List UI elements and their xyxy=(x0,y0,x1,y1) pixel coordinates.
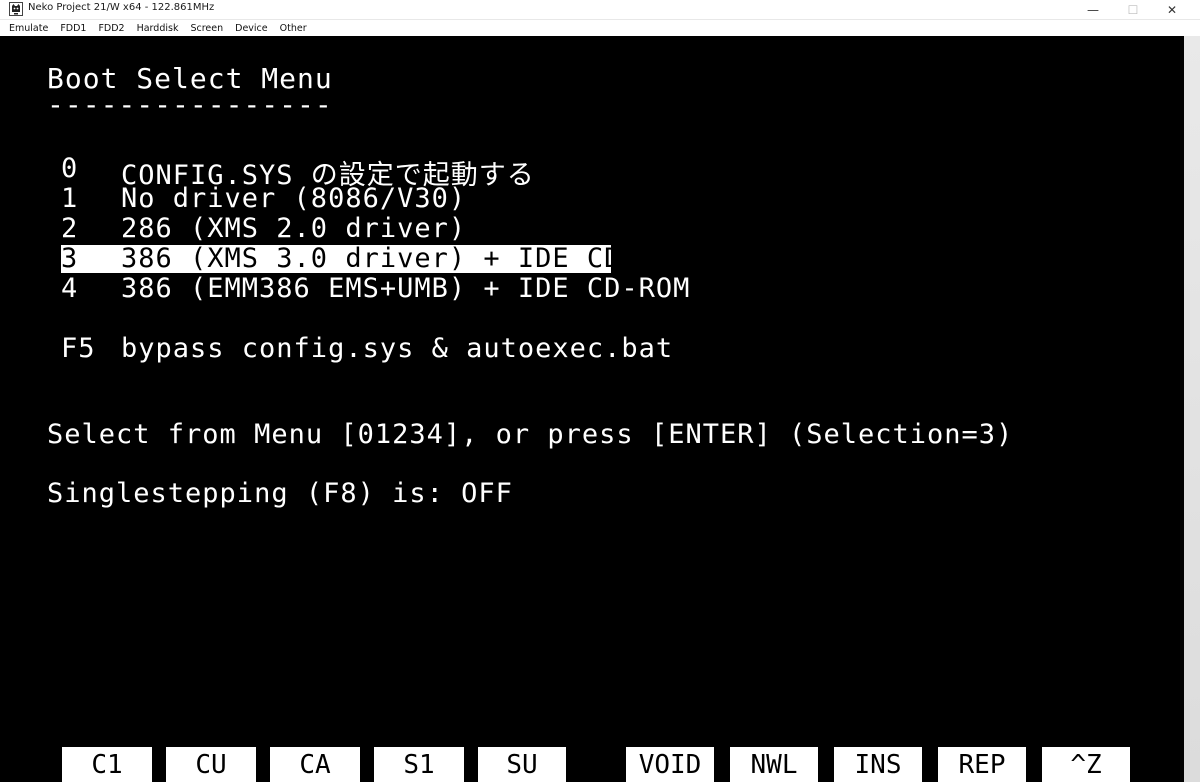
fkey-rep[interactable]: REP xyxy=(938,747,1026,782)
option-key: F5 xyxy=(61,333,96,364)
option-text: 286 (XMS 2.0 driver) xyxy=(121,213,467,244)
menu-bar: Emulate FDD1 FDD2 Harddisk Screen Device… xyxy=(0,20,1200,36)
fkey-ins[interactable]: INS xyxy=(834,747,922,782)
fkey-nwl[interactable]: NWL xyxy=(730,747,818,782)
menu-emulate[interactable]: Emulate xyxy=(4,23,53,34)
fkey-cu[interactable]: CU xyxy=(166,747,256,782)
window-title: Neko Project 21/W x64 - 122.861MHz xyxy=(28,2,215,13)
menu-device[interactable]: Device xyxy=(230,23,273,34)
option-key: 1 xyxy=(61,183,79,214)
cat-icon[interactable] xyxy=(9,2,23,16)
fkey-c1[interactable]: C1 xyxy=(62,747,152,782)
fkey-ctrl-z[interactable]: ^Z xyxy=(1042,747,1130,782)
emulator-screen[interactable] xyxy=(0,36,1184,782)
menu-harddisk[interactable]: Harddisk xyxy=(132,23,184,34)
fkey-void[interactable]: VOID xyxy=(626,747,714,782)
close-button[interactable]: ✕ xyxy=(1152,0,1192,19)
option-text: No driver (8086/V30) xyxy=(121,183,467,214)
menu-screen[interactable]: Screen xyxy=(185,23,228,34)
minimize-button[interactable]: — xyxy=(1073,0,1113,19)
fkey-ca[interactable]: CA xyxy=(270,747,360,782)
option-key: 3 xyxy=(61,243,79,274)
minimize-icon: — xyxy=(1087,2,1099,17)
selection-prompt: Select from Menu [01234], or press [ENTE… xyxy=(47,419,1014,450)
singlestep-status: Singlestepping (F8) is: OFF xyxy=(47,478,513,509)
boot-menu-underline: ---------------- xyxy=(47,88,333,121)
window-edge xyxy=(1184,36,1200,782)
option-text: 386 (EMM386 EMS+UMB) + IDE CD-ROM xyxy=(121,273,691,304)
option-text: bypass config.sys & autoexec.bat xyxy=(121,333,674,364)
menu-fdd1[interactable]: FDD1 xyxy=(55,23,91,34)
maximize-button[interactable]: ☐ xyxy=(1113,0,1153,19)
title-bar: Neko Project 21/W x64 - 122.861MHz — ☐ ✕ xyxy=(0,0,1200,20)
option-key: 0 xyxy=(61,153,79,184)
maximize-icon: ☐ xyxy=(1127,2,1139,17)
option-text: 386 (XMS 3.0 driver) + IDE CD-ROM xyxy=(121,243,691,274)
option-key: 4 xyxy=(61,273,79,304)
menu-fdd2[interactable]: FDD2 xyxy=(93,23,129,34)
bypass-option[interactable]: F5 bypass config.sys & autoexec.bat xyxy=(61,333,672,426)
menu-other[interactable]: Other xyxy=(275,23,312,34)
fkey-su[interactable]: SU xyxy=(478,747,566,782)
option-key: 2 xyxy=(61,213,79,244)
fkey-s1[interactable]: S1 xyxy=(374,747,464,782)
close-icon: ✕ xyxy=(1166,2,1178,17)
